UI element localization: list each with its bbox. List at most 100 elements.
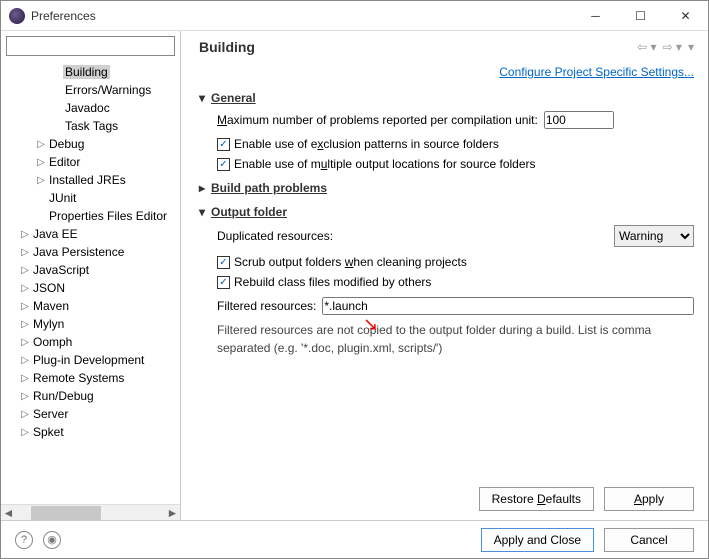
menu-button[interactable]: ▾: [688, 40, 694, 54]
chevron-right-icon: ▷: [19, 391, 31, 402]
filtered-input[interactable]: [322, 297, 694, 315]
tree-item[interactable]: ▷Editor: [1, 153, 180, 171]
maximize-button[interactable]: ☐: [618, 1, 663, 30]
tree-item[interactable]: ▷Debug: [1, 135, 180, 153]
tree-item-label: Spket: [31, 425, 66, 439]
tree-item-label: Maven: [31, 299, 71, 313]
apply-and-close-button[interactable]: Apply and Close: [481, 528, 594, 552]
window-title: Preferences: [31, 9, 573, 23]
tree-item[interactable]: ▷Java EE: [1, 225, 180, 243]
tree-item[interactable]: ▷Maven: [1, 297, 180, 315]
tree-item-label: Java EE: [31, 227, 80, 241]
main-panel: Building ⇦ ▾ ⇨ ▾ ▾ Configure Project Spe…: [181, 31, 708, 521]
sidebar: Building Errors/Warnings Javadoc Task Tags ▷…: [1, 31, 181, 521]
duplicated-select[interactable]: Warning: [614, 225, 694, 247]
section-general[interactable]: ▾ General: [199, 91, 694, 105]
tree-item-label: Installed JREs: [47, 173, 128, 187]
configure-project-link[interactable]: Configure Project Specific Settings...: [199, 65, 694, 79]
section-output-folder[interactable]: ▾ Output folder: [199, 205, 694, 219]
chevron-right-icon: ▷: [19, 355, 31, 366]
tree-item[interactable]: ▷Plug-in Development: [1, 351, 180, 369]
twistie-right-icon: ▸: [199, 181, 211, 195]
forward-button[interactable]: ⇨ ▾: [663, 40, 682, 54]
chevron-right-icon: ▷: [19, 229, 31, 240]
tree-item[interactable]: Task Tags: [1, 117, 180, 135]
titlebar: Preferences ─ ☐ ✕: [1, 1, 708, 31]
exclusion-checkbox[interactable]: ✓: [217, 138, 230, 151]
tree-item-label: Building: [63, 65, 110, 79]
app-icon: [9, 8, 25, 24]
filtered-label: Filtered resources:: [217, 299, 316, 313]
max-problems-input[interactable]: [544, 111, 614, 129]
back-button[interactable]: ⇦ ▾: [637, 40, 656, 54]
close-button[interactable]: ✕: [663, 1, 708, 30]
tree-item-label: Mylyn: [31, 317, 66, 331]
tree-item-label: Run/Debug: [31, 389, 96, 403]
apply-button[interactable]: Apply: [604, 487, 694, 511]
chevron-right-icon: ▷: [35, 139, 47, 150]
chevron-right-icon: ▷: [35, 175, 47, 186]
minimize-button[interactable]: ─: [573, 1, 618, 30]
multiple-output-checkbox[interactable]: ✓: [217, 158, 230, 171]
max-problems-label: Maximum number of problems reported per …: [217, 113, 538, 127]
tree-item-label: Javadoc: [63, 101, 112, 115]
scrub-label: Scrub output folders when cleaning proje…: [234, 255, 467, 269]
chevron-right-icon: ▷: [19, 427, 31, 438]
tree-item-label: Errors/Warnings: [63, 83, 153, 97]
tree-item[interactable]: Errors/Warnings: [1, 81, 180, 99]
chevron-right-icon: ▷: [19, 247, 31, 258]
tree-item-label: Java Persistence: [31, 245, 126, 259]
chevron-right-icon: ▷: [19, 265, 31, 276]
tree-item-label: JavaScript: [31, 263, 91, 277]
scrub-checkbox[interactable]: ✓: [217, 256, 230, 269]
tree-item[interactable]: ▷Spket: [1, 423, 180, 441]
horizontal-scrollbar[interactable]: ◄ ►: [1, 504, 180, 521]
help-icon[interactable]: ?: [15, 531, 33, 549]
tree-item[interactable]: Properties Files Editor: [1, 207, 180, 225]
chevron-right-icon: ▷: [19, 319, 31, 330]
tree-item[interactable]: Building: [1, 63, 180, 81]
footer: ? ◉ Apply and Close Cancel: [1, 520, 708, 558]
tree-item[interactable]: ▷Run/Debug: [1, 387, 180, 405]
tree-item[interactable]: ▷JavaScript: [1, 261, 180, 279]
tree-item[interactable]: ▷Java Persistence: [1, 243, 180, 261]
twistie-down-icon: ▾: [199, 91, 211, 105]
chevron-right-icon: ▷: [19, 337, 31, 348]
tree-item-label: Server: [31, 407, 70, 421]
preference-tree[interactable]: Building Errors/Warnings Javadoc Task Tags ▷…: [1, 61, 180, 504]
page-title: Building: [199, 39, 255, 55]
multiple-output-label: Enable use of multiple output locations …: [234, 157, 536, 171]
filter-input[interactable]: [6, 36, 175, 56]
chevron-right-icon: ▷: [19, 409, 31, 420]
tree-item-label: Task Tags: [63, 119, 120, 133]
chevron-right-icon: ▷: [19, 373, 31, 384]
tree-item-label: Editor: [47, 155, 82, 169]
tree-item[interactable]: ▷Mylyn: [1, 315, 180, 333]
tree-item[interactable]: ▷Installed JREs: [1, 171, 180, 189]
chevron-right-icon: ▷: [19, 301, 31, 312]
tree-item[interactable]: ▷Oomph: [1, 333, 180, 351]
tree-item[interactable]: ▷Remote Systems: [1, 369, 180, 387]
exclusion-label: Enable use of exclusion patterns in sour…: [234, 137, 499, 151]
rebuild-label: Rebuild class files modified by others: [234, 275, 431, 289]
tree-item-label: Debug: [47, 137, 86, 151]
tree-item[interactable]: JUnit: [1, 189, 180, 207]
chevron-right-icon: ▷: [35, 157, 47, 168]
filtered-hint: Filtered resources are not copied to the…: [217, 321, 694, 357]
restore-defaults-button[interactable]: Restore Defaults: [479, 487, 594, 511]
cancel-button[interactable]: Cancel: [604, 528, 694, 552]
rebuild-checkbox[interactable]: ✓: [217, 276, 230, 289]
tree-item[interactable]: ▷Server: [1, 405, 180, 423]
duplicated-label: Duplicated resources:: [217, 229, 333, 243]
tree-item-label: JUnit: [47, 191, 78, 205]
tree-item-label: JSON: [31, 281, 67, 295]
section-build-path[interactable]: ▸ Build path problems: [199, 181, 694, 195]
chevron-right-icon: ▷: [19, 283, 31, 294]
tree-item-label: Oomph: [31, 335, 74, 349]
tree-item-label: Properties Files Editor: [47, 209, 169, 223]
tree-item[interactable]: ▷JSON: [1, 279, 180, 297]
tree-item-label: Remote Systems: [31, 371, 126, 385]
tree-item[interactable]: Javadoc: [1, 99, 180, 117]
import-export-icon[interactable]: ◉: [43, 531, 61, 549]
twistie-down-icon: ▾: [199, 205, 211, 219]
